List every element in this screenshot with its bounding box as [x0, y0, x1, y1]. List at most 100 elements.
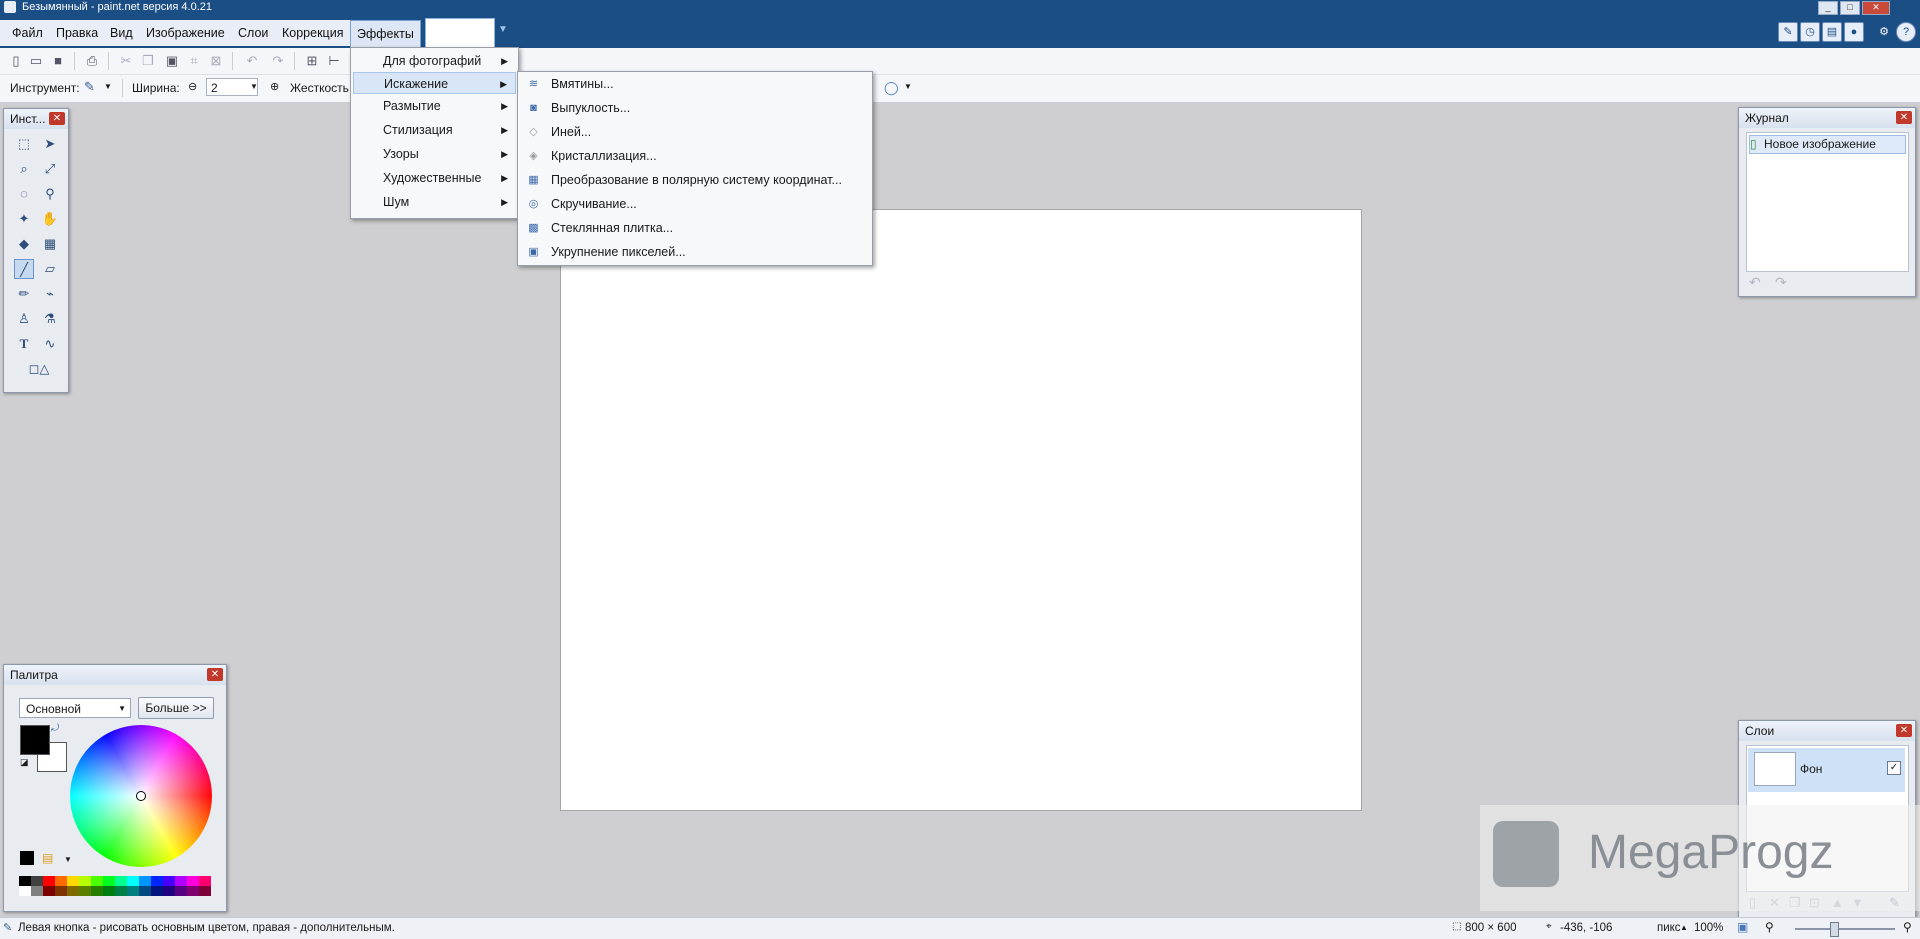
palette-swatch[interactable] — [187, 886, 199, 896]
palette-swatch[interactable] — [31, 886, 43, 896]
menu-layers[interactable]: Слои — [232, 20, 275, 46]
close-icon[interactable]: ✕ — [207, 668, 223, 681]
crop-icon[interactable]: ⌗ — [186, 53, 202, 69]
menu-item-bulge[interactable]: ◙ Выпуклость... — [520, 97, 870, 120]
line-curve-icon[interactable]: ∿ — [40, 334, 60, 354]
decrease-icon[interactable]: ⊖ — [188, 80, 197, 93]
zoom-level[interactable]: 100% — [1694, 922, 1723, 934]
swap-colors-icon[interactable]: ⤾ — [51, 723, 59, 734]
palette-swatch[interactable] — [115, 876, 127, 886]
cut-icon[interactable]: ✂ — [118, 53, 134, 69]
color-picker-icon[interactable]: ⌁ — [40, 284, 60, 304]
gradient-icon[interactable]: ▦ — [40, 234, 60, 254]
palette-swatch[interactable] — [175, 886, 187, 896]
palette-menu-icon[interactable]: ▤ — [42, 851, 53, 865]
palette-swatch[interactable] — [43, 876, 55, 886]
increase-icon[interactable]: ⊕ — [270, 80, 279, 93]
pencil-icon[interactable]: ✏ — [14, 284, 34, 304]
palette-swatch[interactable] — [199, 876, 211, 886]
maximize-icon[interactable]: □ — [1840, 1, 1860, 15]
chevron-up-icon[interactable]: ▲ — [1680, 923, 1688, 932]
zoom-slider-thumb[interactable] — [1830, 922, 1839, 937]
palette-swatch[interactable] — [199, 886, 211, 896]
chevron-down-icon[interactable]: ▼ — [498, 24, 508, 35]
units-select[interactable]: пикс — [1657, 922, 1681, 934]
palette-swatch[interactable] — [91, 886, 103, 896]
palette-swatch[interactable] — [151, 876, 163, 886]
save-icon[interactable]: ■ — [50, 53, 66, 69]
ellipse-select-icon[interactable]: ◌ — [14, 184, 34, 204]
undo-icon[interactable]: ↶ — [1749, 274, 1761, 291]
menu-item-artistic[interactable]: Художественные ▶ — [353, 167, 516, 189]
more-colors-button[interactable]: Больше >> — [138, 697, 214, 719]
palette-swatch[interactable] — [103, 876, 115, 886]
palette-swatch[interactable] — [139, 876, 151, 886]
menu-item-polar[interactable]: ▦ Преобразование в полярную систему коорд… — [520, 169, 870, 192]
menu-item-blur[interactable]: Размытие ▶ — [353, 95, 516, 117]
move-selected-icon[interactable]: ⤢ — [40, 159, 60, 179]
menu-item-crystallize[interactable]: ◈ Кристаллизация... — [520, 145, 870, 168]
close-icon[interactable]: ✕ — [49, 112, 65, 125]
paste-icon[interactable]: ▣ — [164, 53, 180, 69]
menu-item-patterns[interactable]: Узоры ▶ — [353, 143, 516, 165]
palette-swatch[interactable] — [187, 876, 199, 886]
color-wheel-cursor[interactable] — [136, 791, 146, 801]
palette-swatch[interactable] — [139, 886, 151, 896]
clone-stamp-icon[interactable]: ♙ — [14, 309, 34, 329]
menu-adjustments[interactable]: Коррекция — [276, 20, 350, 46]
zoom-fit-icon[interactable]: ▣ — [1737, 920, 1748, 934]
layers-toggle-icon[interactable]: ▤ — [1822, 22, 1842, 42]
add-to-palette-icon[interactable] — [20, 851, 34, 865]
redo-icon[interactable]: ↷ — [1775, 274, 1787, 291]
lasso-icon[interactable]: ⌕ — [14, 159, 34, 179]
text-icon[interactable]: T — [14, 334, 34, 354]
eraser-icon[interactable]: ▱ — [40, 259, 60, 279]
palette-swatch[interactable] — [175, 876, 187, 886]
palette-swatch[interactable] — [43, 886, 55, 896]
chevron-down-icon[interactable]: ▼ — [904, 82, 912, 91]
palette-swatch[interactable] — [103, 886, 115, 896]
palette-swatch[interactable] — [79, 886, 91, 896]
palette-swatch[interactable] — [127, 876, 139, 886]
menu-effects[interactable]: Эффекты — [350, 20, 421, 48]
menu-file[interactable]: Файл — [6, 20, 49, 46]
chevron-down-icon[interactable]: ▼ — [104, 82, 112, 91]
palette-mode-select[interactable]: Основной ▼ — [19, 698, 131, 718]
menu-item-distort[interactable]: Искажение ▶ — [353, 72, 516, 94]
blend-mode-icon[interactable]: ◯ — [884, 80, 899, 96]
close-icon[interactable]: ✕ — [1896, 111, 1912, 124]
document-thumbnail-tab[interactable] — [425, 18, 495, 48]
menu-item-pixelate[interactable]: ▣ Укрупнение пикселей... — [520, 241, 870, 264]
menu-image[interactable]: Изображение — [140, 20, 231, 46]
menu-item-twist[interactable]: ◎ Скручивание... — [520, 193, 870, 216]
color-palette-strip[interactable] — [19, 876, 211, 896]
magic-wand-icon[interactable]: ✦ — [14, 209, 34, 229]
menu-item-stylize[interactable]: Стилизация ▶ — [353, 119, 516, 141]
menu-item-noise[interactable]: Шум ▶ — [353, 191, 516, 213]
palette-swatch[interactable] — [19, 876, 31, 886]
palette-swatch[interactable] — [19, 886, 31, 896]
redo-icon[interactable]: ↷ — [270, 53, 286, 69]
print-icon[interactable]: ⎙ — [84, 53, 100, 69]
rectangle-select-icon[interactable]: ⬚ — [14, 134, 34, 154]
palette-swatch[interactable] — [91, 876, 103, 886]
menu-item-frost[interactable]: ◇ Иней... — [520, 121, 870, 144]
deselect-icon[interactable]: ⊠ — [208, 53, 224, 69]
chevron-down-icon[interactable]: ▼ — [250, 82, 258, 91]
paint-bucket-icon[interactable]: ◆ — [14, 234, 34, 254]
palette-swatch[interactable] — [55, 886, 67, 896]
copy-icon[interactable]: ❐ — [140, 53, 156, 69]
grid-icon[interactable]: ⊞ — [304, 53, 320, 69]
layer-visibility-checkbox[interactable]: ✓ — [1887, 761, 1901, 775]
zoom-slider[interactable] — [1795, 928, 1895, 930]
palette-swatch[interactable] — [67, 876, 79, 886]
palette-swatch[interactable] — [163, 886, 175, 896]
palette-swatch[interactable] — [67, 886, 79, 896]
paintbrush-icon[interactable]: ╱ — [14, 259, 34, 279]
menu-view[interactable]: Вид — [104, 20, 139, 46]
new-file-icon[interactable]: ▯ — [8, 53, 24, 69]
minimize-icon[interactable]: _ — [1818, 1, 1838, 15]
palette-swatch[interactable] — [163, 876, 175, 886]
primary-color-swatch[interactable] — [20, 725, 50, 755]
brush-icon[interactable]: ✎ — [84, 79, 95, 95]
